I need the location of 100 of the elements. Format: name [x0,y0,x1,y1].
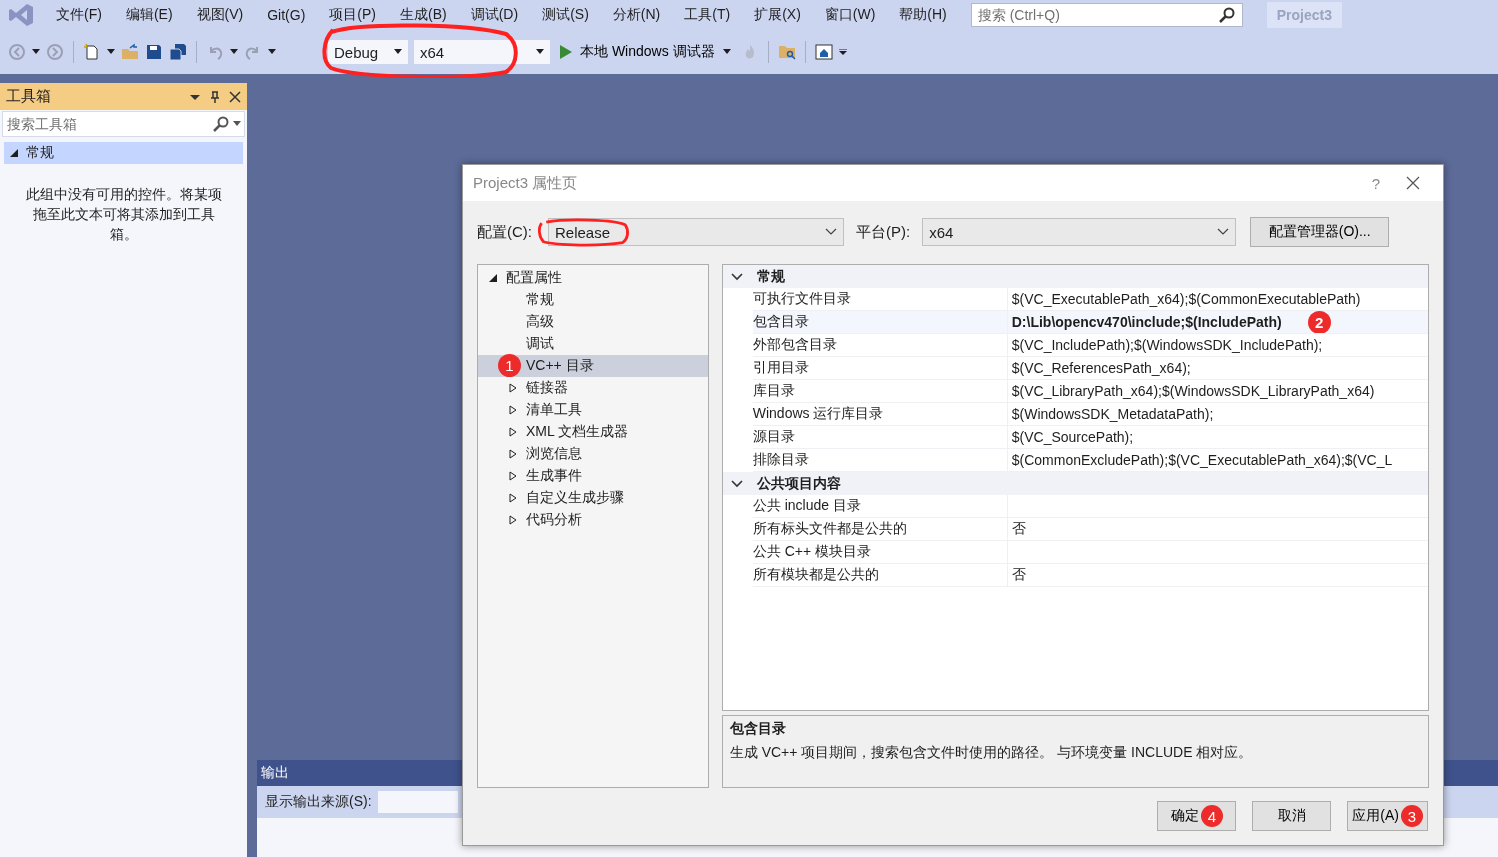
collapsed-icon[interactable] [508,515,518,525]
menu-item[interactable]: 帮助(H) [887,6,959,24]
description-title: 包含目录 [729,720,787,738]
tree-item[interactable]: 代码分析 [478,509,708,531]
caret-icon[interactable] [268,49,276,55]
collapsed-icon[interactable] [508,383,518,393]
property-row[interactable]: 外部包含目录 $(VC_IncludePath);$(WindowsSDK_IncludePath); [752,334,1428,357]
menu-item[interactable]: 扩展(X) [742,6,813,24]
caret-icon [233,121,241,127]
caret-icon[interactable] [107,49,115,55]
collapsed-icon[interactable] [508,427,518,437]
tree-item[interactable]: 自定义生成步骤 [478,487,708,509]
dialog-button[interactable]: 确定 4 [1157,801,1237,831]
property-row[interactable]: 公共 include 目录 [752,495,1428,518]
menu-item[interactable]: 工具(T) [672,6,743,24]
folder-icon[interactable] [121,43,139,61]
menu-item[interactable]: 项目(P) [317,6,388,24]
caret-icon [536,49,544,55]
menu-item[interactable]: Git(G) [255,7,318,23]
property-row[interactable]: 引用目录 $(VC_ReferencesPath_x64); [752,357,1428,380]
expanded-icon[interactable] [488,273,498,283]
menu-item[interactable]: 分析(N) [600,6,673,24]
step-badge: 1 [498,354,521,377]
collapsed-icon[interactable] [508,471,518,481]
field-label: 显示输出来源(S): [265,793,372,811]
property-row[interactable]: 包含目录 D:\Lib\opencv470\include;$(IncludePath) 2 [752,311,1428,334]
caret-icon[interactable] [32,49,40,55]
section-title: 公共项目内容 [756,474,841,493]
play-icon [560,45,572,59]
configuration-manager-button[interactable]: 配置管理器(O)... [1250,217,1390,247]
search-field[interactable]: 搜索 (Ctrl+Q) [970,3,1243,27]
save-icon[interactable] [145,43,163,61]
caret-icon[interactable] [230,49,238,55]
home-window-icon[interactable] [814,43,833,61]
configuration-dropdown[interactable]: Debug [328,40,408,64]
property-row[interactable]: 源目录 $(VC_SourcePath); [752,426,1428,449]
collapsed-icon[interactable] [508,405,518,415]
step-badge: 3 [1401,805,1423,827]
tree-item[interactable]: 高级 [478,311,708,333]
tree-item[interactable]: 浏览信息 [478,443,708,465]
field-label: 配置(C): [477,222,532,242]
collapsed-icon[interactable] [508,449,518,459]
menu-item[interactable]: 测试(S) [530,6,601,24]
close-icon [1406,176,1420,190]
menu-item[interactable]: 生成(B) [388,6,459,24]
search-field[interactable]: 搜索工具箱 [2,111,245,137]
property-row[interactable]: 所有模块都是公共的 否 [752,564,1428,587]
dialog-button[interactable]: 取消 [1252,801,1332,831]
tree-item[interactable]: 1 VC++ 目录 [478,355,708,377]
start-debugging-button[interactable]: 本地 Windows 调试器 [556,43,735,61]
tree-item[interactable]: 链接器 [478,377,708,399]
expanded-icon [10,149,18,157]
dialog-title: Project3 属性页 [473,173,579,193]
section-header[interactable]: 常规 [722,265,1428,288]
overflow-icon[interactable] [838,49,847,55]
empty-message: 此组中没有可用的控件。将某项拖至此文本可将其添加到工具箱。 [24,185,223,244]
chevron-icon [825,228,837,236]
property-row[interactable]: 所有标头文件都是公共的 否 [752,518,1428,541]
folder-search-icon[interactable] [777,43,796,61]
search-icon [213,116,229,132]
platform-dropdown[interactable]: x64 [922,218,1237,246]
step-badge: 2 [1307,311,1331,333]
chevron-down-icon [730,479,743,488]
close-icon[interactable] [229,90,241,103]
tree-item[interactable]: 调试 [478,333,708,355]
save-all-icon[interactable] [169,43,187,61]
description-text: 生成 VC++ 项目期间，搜索包含文件时使用的路径。 与环境变量 INCLUDE 相对应。 [729,744,1254,762]
platform-dropdown[interactable]: x64 [414,40,550,64]
caret-icon [394,49,402,55]
chevron-down-icon [730,272,743,281]
caret-icon [722,49,731,55]
tree-item[interactable]: 配置属性 [478,267,708,289]
tree-item[interactable]: XML 文档生成器 [478,421,708,443]
collapsed-icon[interactable] [508,493,518,503]
section-title: 常规 [756,267,785,286]
property-row[interactable]: Windows 运行库目录 $(WindowsSDK_MetadataPath); [752,403,1428,426]
configuration-dropdown[interactable]: Release [548,218,844,246]
chevron-icon [1217,228,1230,236]
search-icon[interactable] [1218,7,1235,23]
toolbox-group[interactable]: 常规 [4,142,243,164]
project-title: Project3 [1266,2,1343,28]
menu-item[interactable]: 视图(V) [184,6,256,24]
menu-item[interactable]: 编辑(E) [113,6,185,24]
menu-item[interactable]: 调试(D) [458,6,531,24]
tree-item[interactable]: 生成事件 [478,465,708,487]
new-file-icon[interactable] [83,43,101,61]
property-row[interactable]: 公共 C++ 模块目录 [752,541,1428,564]
dialog-button[interactable]: 应用(A) 3 [1347,801,1428,831]
tree-item[interactable]: 常规 [478,289,708,311]
step-badge: 4 [1200,805,1223,827]
help-button[interactable]: ? [1359,173,1393,193]
pin-icon[interactable] [209,90,221,103]
field-label: 平台(P): [856,222,911,242]
panel-title: 工具箱 [6,87,52,106]
tree-item[interactable]: 清单工具 [478,399,708,421]
property-row[interactable]: 库目录 $(VC_LibraryPath_x64);$(WindowsSDK_LibraryPath_x64) [752,380,1428,403]
section-header[interactable]: 公共项目内容 [722,472,1428,495]
menu-item[interactable]: 文件(F) [44,6,114,24]
menu-item[interactable]: 窗口(W) [812,6,888,24]
group-label: 常规 [26,144,54,162]
